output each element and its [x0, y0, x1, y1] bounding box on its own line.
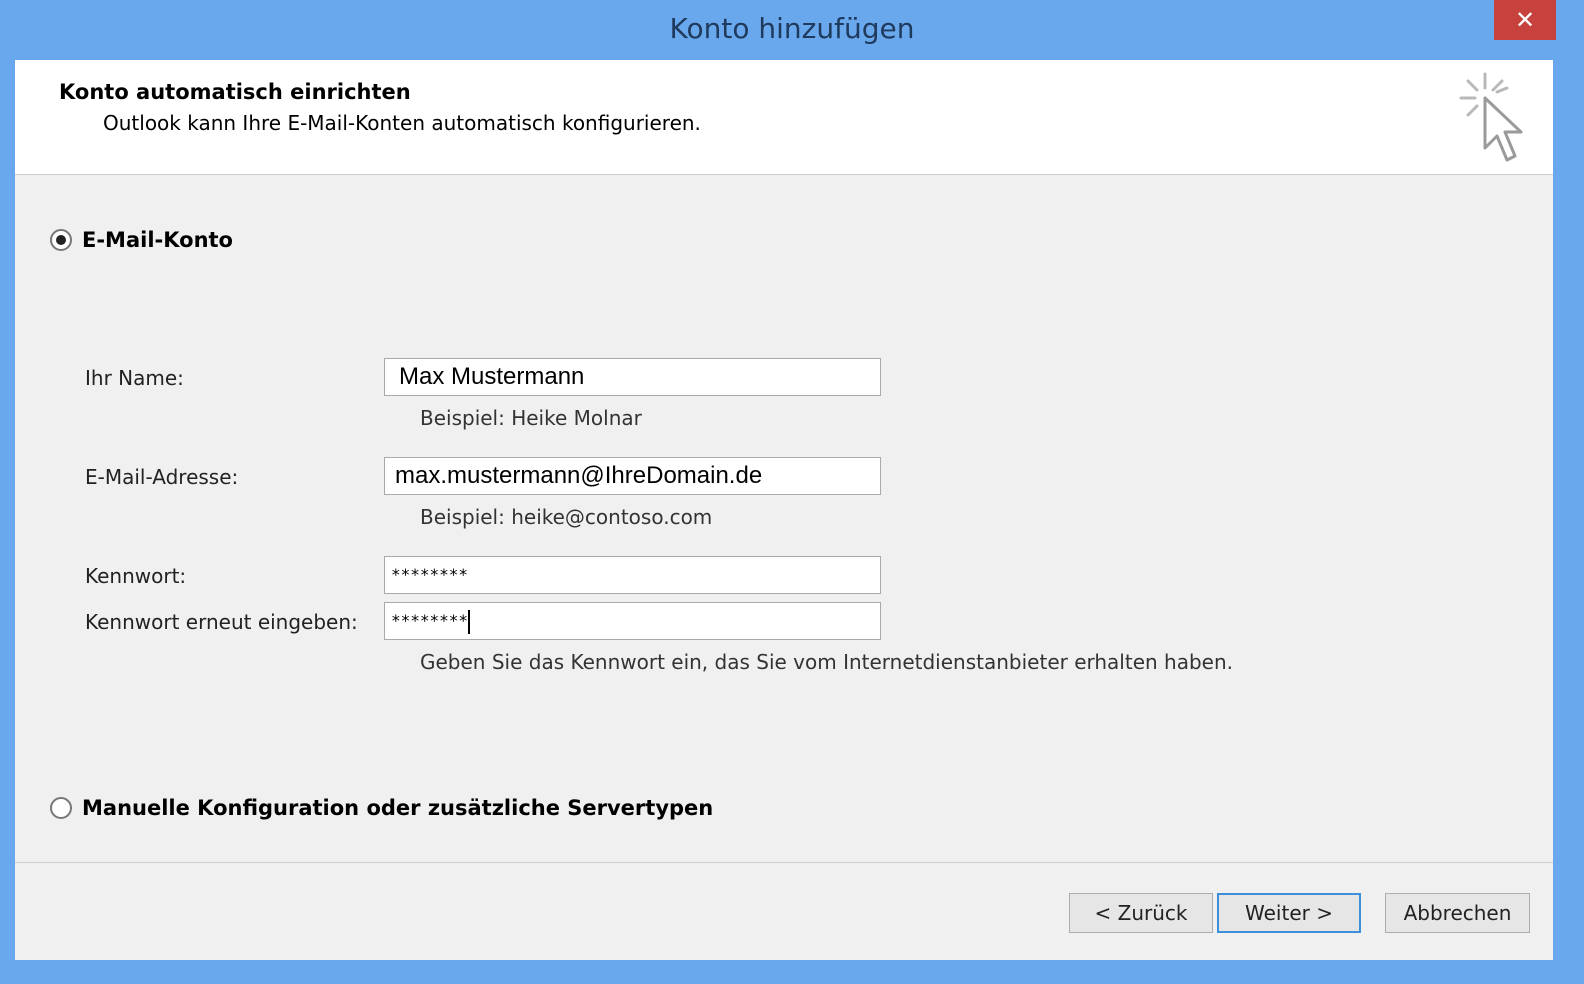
email-label: E-Mail-Adresse:	[85, 465, 239, 489]
password-hint: Geben Sie das Kennwort ein, das Sie vom …	[420, 650, 1234, 674]
email-account-label: E-Mail-Konto	[82, 228, 233, 252]
cancel-button[interactable]: Abbrechen	[1385, 893, 1530, 933]
window-title: Konto hinzufügen	[669, 12, 915, 45]
manual-config-option[interactable]: Manuelle Konfiguration oder zusätzliche …	[50, 796, 713, 820]
wizard-cursor-icon	[1459, 72, 1523, 162]
email-account-radio[interactable]	[50, 229, 72, 251]
email-input[interactable]: max.mustermann@IhreDomain.de	[384, 457, 881, 495]
window-bottom-border	[0, 960, 1584, 984]
close-icon: ✕	[1514, 6, 1536, 34]
dialog-window: Konto hinzufügen ✕ Konto automatisch ein…	[0, 0, 1584, 984]
password-repeat-value: ********	[391, 611, 469, 630]
email-account-option[interactable]: E-Mail-Konto	[50, 228, 233, 252]
email-example: Beispiel: heike@contoso.com	[420, 505, 713, 529]
page-title: Konto automatisch einrichten	[59, 80, 411, 104]
password-input[interactable]: ********	[384, 556, 881, 594]
password-repeat-input[interactable]: ********	[384, 602, 881, 640]
title-bar[interactable]: Konto hinzufügen ✕	[0, 0, 1584, 60]
wizard-header: Konto automatisch einrichten Outlook kan…	[15, 60, 1553, 175]
name-label: Ihr Name:	[85, 366, 184, 390]
manual-config-label: Manuelle Konfiguration oder zusätzliche …	[82, 796, 714, 820]
footer-divider	[15, 862, 1553, 863]
dialog-client-area: Konto automatisch einrichten Outlook kan…	[15, 60, 1553, 960]
name-input[interactable]: Max Mustermann	[384, 358, 881, 396]
password-label: Kennwort:	[85, 564, 187, 588]
password-repeat-label: Kennwort erneut eingeben:	[85, 610, 358, 634]
next-button[interactable]: Weiter >	[1217, 893, 1361, 933]
page-subtitle: Outlook kann Ihre E-Mail-Konten automati…	[103, 111, 701, 135]
name-example: Beispiel: Heike Molnar	[420, 406, 642, 430]
manual-config-radio[interactable]	[50, 797, 72, 819]
close-button[interactable]: ✕	[1494, 0, 1556, 40]
text-caret	[468, 609, 471, 634]
back-button[interactable]: < Zurück	[1069, 893, 1213, 933]
